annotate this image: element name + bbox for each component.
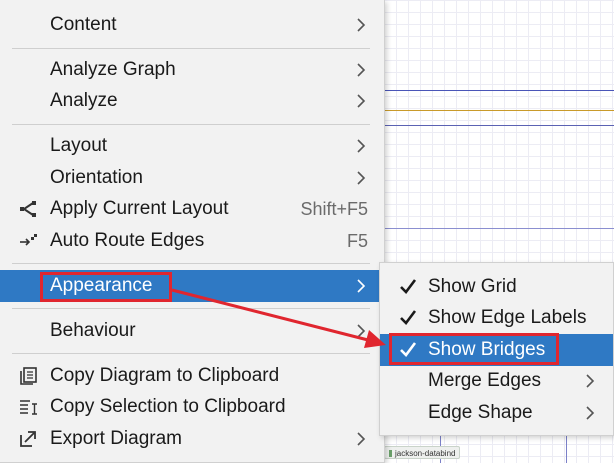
menu-item-behaviour[interactable]: Behaviour <box>0 315 384 347</box>
menu-item-label: Merge Edges <box>428 370 542 391</box>
menu-item-edge-shape[interactable]: Edge Shape <box>380 397 613 429</box>
shortcut-label: F5 <box>346 231 368 251</box>
menu-item-analyze-graph[interactable]: Analyze Graph <box>0 54 384 86</box>
menu-item-show-edge-labels[interactable]: Show Edge Labels <box>380 302 613 334</box>
diagram-edge[interactable] <box>380 110 614 111</box>
menu-item-layout[interactable]: Layout <box>0 130 384 162</box>
chevron-right-icon <box>357 171 366 185</box>
menu-item-label: Behaviour <box>50 320 136 341</box>
diagram-edge[interactable] <box>380 125 614 126</box>
shortcut-label: Shift+F5 <box>300 199 368 219</box>
menu-item-label: Edge Shape <box>428 402 533 423</box>
annotation-box-show-bridges <box>389 333 559 365</box>
node-marker-icon <box>389 450 392 457</box>
auto-route-icon <box>20 234 37 246</box>
menu-item-label: Content <box>50 14 117 35</box>
chevron-right-icon <box>357 279 366 293</box>
export-icon <box>20 431 36 447</box>
menu-item-label: Analyze Graph <box>50 59 176 80</box>
menu-separator <box>12 263 370 264</box>
checkmark-icon <box>400 310 417 325</box>
chevron-right-icon <box>586 406 595 420</box>
node-label: jackson-databind <box>395 449 456 458</box>
checkmark-icon <box>400 279 417 294</box>
menu-item-label: Copy Selection to Clipboard <box>50 396 286 417</box>
annotation-box-appearance <box>40 272 172 302</box>
menu-separator <box>12 124 370 125</box>
menu-item-analyze[interactable]: Analyze <box>0 85 384 117</box>
copy-diagram-icon <box>20 367 37 385</box>
menu-separator <box>12 48 370 49</box>
context-menu: Content Analyze Graph Analyze Layout Ori… <box>0 0 385 463</box>
menu-item-label: Show Grid <box>428 276 517 297</box>
chevron-right-icon <box>586 374 595 388</box>
menu-separator <box>12 308 370 309</box>
chevron-right-icon <box>357 18 366 32</box>
menu-item-label: Show Edge Labels <box>428 307 587 328</box>
menu-item-orientation[interactable]: Orientation <box>0 162 384 194</box>
menu-item-label: Auto Route Edges <box>50 230 205 251</box>
menu-item-label: Orientation <box>50 167 143 188</box>
menu-item-auto-route-edges[interactable]: Auto Route Edges F5 <box>0 225 384 257</box>
menu-item-copy-diagram[interactable]: Copy Diagram to Clipboard <box>0 360 384 392</box>
copy-selection-icon <box>20 400 37 415</box>
menu-item-label: Copy Diagram to Clipboard <box>50 365 280 386</box>
menu-item-label: Layout <box>50 135 108 156</box>
menu-item-export-diagram[interactable]: Export Diagram <box>0 423 384 455</box>
diagram-edge[interactable] <box>380 228 614 229</box>
menu-item-apply-current-layout[interactable]: Apply Current Layout Shift+F5 <box>0 193 384 225</box>
menu-item-label: Export Diagram <box>50 428 182 449</box>
diagram-node[interactable]: jackson-databind <box>384 446 461 459</box>
chevron-right-icon <box>357 63 366 77</box>
menu-item-show-grid[interactable]: Show Grid <box>380 271 613 303</box>
menu-item-label: Apply Current Layout <box>50 198 229 219</box>
menu-item-merge-edges[interactable]: Merge Edges <box>380 365 613 397</box>
chevron-right-icon <box>357 94 366 108</box>
menu-separator <box>12 353 370 354</box>
menu-item-copy-selection[interactable]: Copy Selection to Clipboard <box>0 391 384 423</box>
diagram-edge[interactable] <box>380 90 614 91</box>
menu-item-label: Analyze <box>50 90 118 111</box>
chevron-right-icon <box>357 324 366 338</box>
chevron-right-icon <box>357 432 366 446</box>
apply-layout-icon <box>20 201 36 217</box>
menu-item-content[interactable]: Content <box>0 9 384 41</box>
chevron-right-icon <box>357 139 366 153</box>
